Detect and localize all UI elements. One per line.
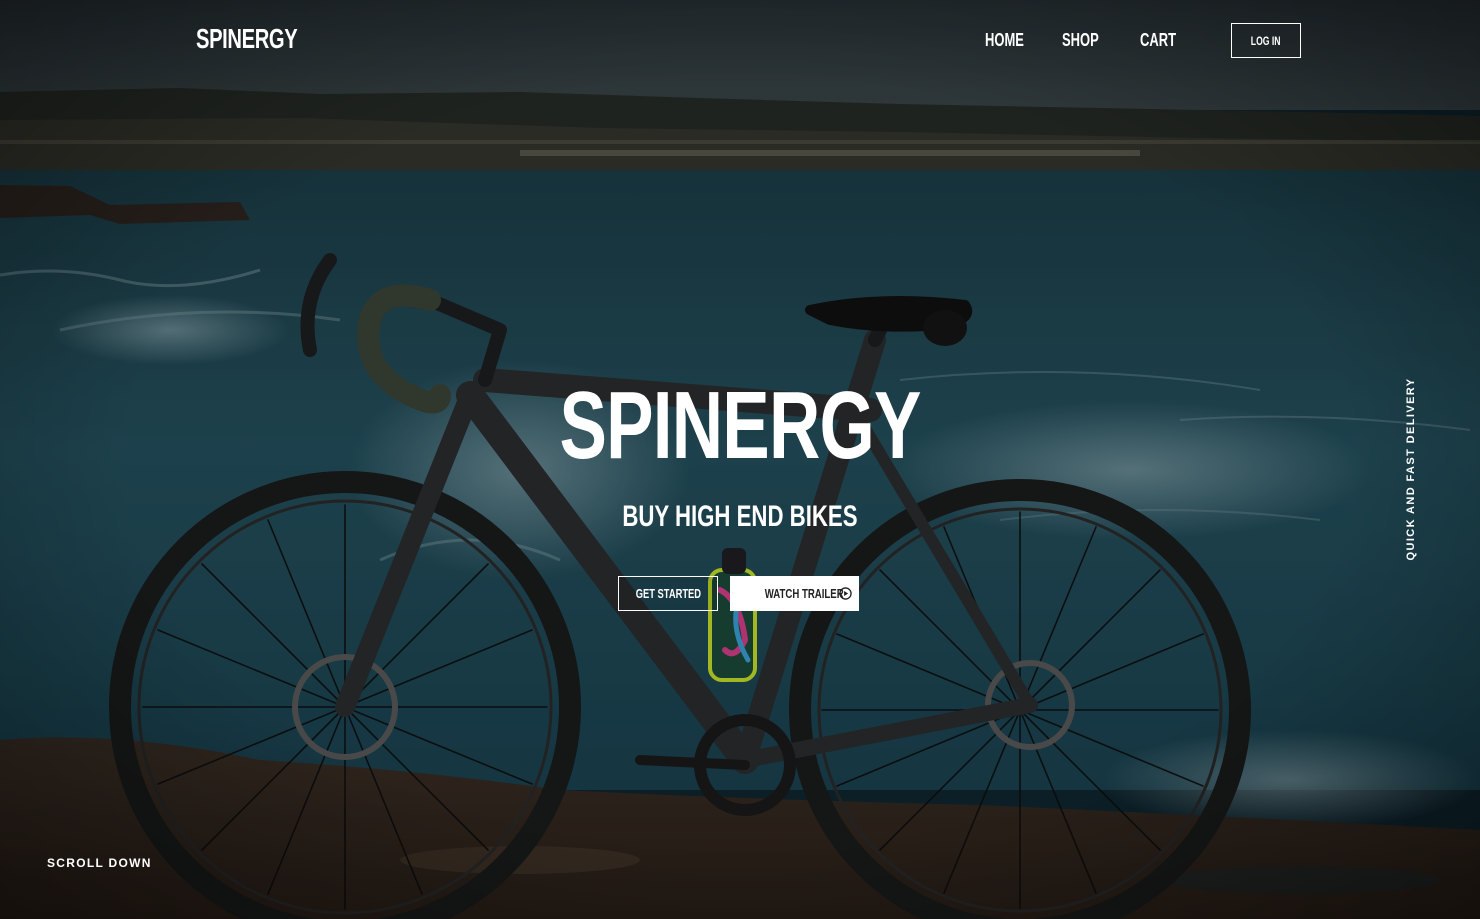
- get-started-button[interactable]: GET STARTED: [618, 576, 718, 611]
- scroll-down-link[interactable]: SCROLL DOWN: [47, 856, 152, 870]
- delivery-side-label: QUICK AND FAST DELIVERY: [1405, 377, 1417, 561]
- login-button-label: LOG IN: [1251, 33, 1281, 48]
- nav-link-home-label: HOME: [985, 30, 1024, 50]
- hero-subtitle-text: BUY HIGH END BIKES: [622, 500, 858, 533]
- watch-trailer-button[interactable]: WATCH TRAILER: [730, 576, 859, 611]
- site-logo[interactable]: SPINERGY: [196, 22, 337, 56]
- hero-subtitle: BUY HIGH END BIKES: [540, 500, 940, 534]
- hero-title-text: SPINERGY: [559, 372, 921, 479]
- site-logo-text: SPINERGY: [196, 23, 298, 54]
- hero-title: SPINERGY: [440, 376, 1040, 476]
- nav-link-cart-label: CART: [1140, 30, 1176, 50]
- nav-link-home[interactable]: HOME: [985, 28, 1039, 52]
- watch-trailer-button-label: WATCH TRAILER: [764, 586, 844, 601]
- login-button[interactable]: LOG IN: [1231, 23, 1301, 58]
- hero-page: SPINERGY HOME SHOP CART LOG IN SPINERGY …: [0, 0, 1480, 919]
- nav-link-cart[interactable]: CART: [1140, 28, 1190, 52]
- nav-link-shop[interactable]: SHOP: [1062, 28, 1113, 52]
- get-started-button-label: GET STARTED: [635, 586, 701, 601]
- nav-link-shop-label: SHOP: [1062, 30, 1099, 50]
